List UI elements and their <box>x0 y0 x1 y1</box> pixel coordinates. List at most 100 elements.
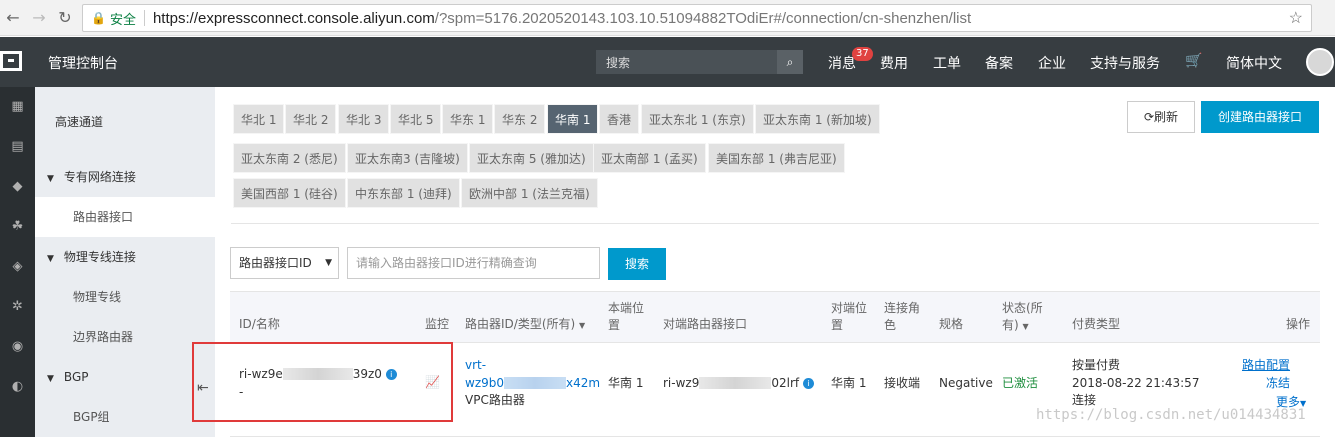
freeze-link[interactable]: 冻结 <box>1266 375 1290 392</box>
region-tab[interactable]: 亚太东南 2 (悉尼) <box>233 143 346 173</box>
sidebar-group-label: BGP <box>63 370 89 384</box>
col-status[interactable]: 有) ▼ <box>1002 317 1029 335</box>
billing-time: 2018-08-22 21:43:57 <box>1072 376 1200 390</box>
sidebar: 高速通道 ▼ 专有网络连接 路由器接口 ▼ 物理专线连接 物理专线 边界路由器 ▼ B… <box>35 87 215 437</box>
table-header: ID/名称 监控 路由器ID/类型(所有) ▼ 本端位 置 对端路由器接口 对端… <box>230 291 1320 343</box>
console-topbar: 管理控制台 搜索 ⌕ 消息 37 费用 工单 备案 企业 支持与服务 🛒 简体中… <box>0 37 1335 87</box>
caret-down-icon: ▼ <box>325 258 332 268</box>
sidebar-item-physical-line[interactable]: 物理专线 <box>35 277 215 317</box>
col-spec: 规格 <box>939 317 964 331</box>
filter-type-value: 路由器接口ID <box>239 256 312 270</box>
sidebar-item-bgp-group[interactable]: BGP组 <box>35 397 215 437</box>
url-separator <box>143 10 145 26</box>
server-icon[interactable]: ▤ <box>0 127 35 167</box>
region-tab[interactable]: 亚太东北 1 (东京) <box>641 104 754 134</box>
col-peer-loc-line2: 置 <box>831 318 844 332</box>
info-icon[interactable]: i <box>802 378 814 389</box>
menu-billing[interactable]: 费用 <box>880 53 908 73</box>
spec: Negative <box>939 376 993 390</box>
billing-type: 按量付费 <box>1072 358 1121 372</box>
reload-icon[interactable]: ↻ <box>52 8 78 27</box>
global-search-input[interactable]: 搜索 ⌕ <box>596 50 803 74</box>
sidebar-group-vpc[interactable]: ▼ 专有网络连接 <box>35 157 215 197</box>
col-billing: 付费类型 <box>1072 317 1121 331</box>
sidebar-group-bgp[interactable]: ▼ BGP <box>35 357 215 397</box>
globe-icon[interactable]: ◐ <box>0 367 35 407</box>
col-peer-loc-line1: 对端位 <box>831 301 868 315</box>
peer-id-suffix: 02lrf <box>771 376 800 390</box>
router-id[interactable]: wz9b0 x42m <box>465 375 600 392</box>
address-bar[interactable]: 🔒 安全 https://expressconnect.console.aliy… <box>82 4 1312 32</box>
refresh-icon: ⟳ <box>1143 110 1155 124</box>
region-tab[interactable]: 华东 2 <box>494 104 546 134</box>
sidebar-title: 高速通道 <box>55 115 104 129</box>
bookmark-star-icon[interactable]: ☆ <box>1289 8 1303 28</box>
col-role-line2: 色 <box>884 318 897 332</box>
col-monitor: 监控 <box>425 317 450 331</box>
forward-icon[interactable]: → <box>26 8 52 27</box>
refresh-label: 刷新 <box>1154 110 1179 124</box>
col-router-label: 路由器ID/类型(所有) <box>465 317 576 331</box>
url-host: https://expressconnect.console.aliyun.co… <box>152 9 435 27</box>
router-id-end: x42m <box>566 376 601 390</box>
filter-id-input[interactable]: 请输入路由器接口ID进行精确查询 <box>347 247 600 279</box>
sidebar-item-router-interface[interactable]: 路由器接口 <box>35 197 215 237</box>
sidebar-item-vbr[interactable]: 边界路由器 <box>35 317 215 357</box>
create-router-interface-button[interactable]: 创建路由器接口 <box>1201 101 1319 133</box>
menu-support[interactable]: 支持与服务 <box>1090 53 1160 73</box>
caret-down-icon: ▼ <box>47 254 54 264</box>
col-router[interactable]: 路由器ID/类型(所有) ▼ <box>465 316 585 334</box>
region-tab[interactable]: 香港 <box>599 104 640 134</box>
menu-tickets[interactable]: 工单 <box>933 53 961 73</box>
col-status-label: 有) <box>1002 318 1019 332</box>
avatar[interactable] <box>1306 48 1334 76</box>
region-tab[interactable]: 华东 1 <box>442 104 494 134</box>
caret-down-icon: ▼ <box>1022 322 1029 331</box>
route-config-link[interactable]: 路由配置 <box>1242 357 1290 374</box>
product-icon-rail: ▦ ▤ ◆ ☘ ◈ ✲ ◉ ◐ <box>0 87 35 437</box>
region-tab[interactable]: 美国东部 1 (弗吉尼亚) <box>708 143 845 173</box>
sidebar-group-physical[interactable]: ▼ 物理专线连接 <box>35 237 215 277</box>
menu-enterprise[interactable]: 企业 <box>1038 53 1066 73</box>
col-id: ID/名称 <box>239 317 280 331</box>
aliyun-logo-icon[interactable] <box>0 51 22 71</box>
secure-label: 安全 <box>109 12 136 28</box>
search-icon[interactable]: ⌕ <box>777 50 803 74</box>
menu-language[interactable]: 简体中文 <box>1226 53 1282 73</box>
refresh-button[interactable]: ⟳刷新 <box>1127 101 1195 133</box>
region-tab[interactable]: 中东东部 1 (迪拜) <box>347 178 460 208</box>
browser-toolbar: ← → ↻ 🔒 安全 https://expressconnect.consol… <box>0 0 1335 36</box>
target-icon[interactable]: ◉ <box>0 327 35 367</box>
cart-icon[interactable]: 🛒 <box>1185 53 1202 69</box>
region-tab[interactable]: 华北 2 <box>285 104 337 134</box>
region-tab[interactable]: 亚太东南3 (吉隆坡) <box>347 143 468 173</box>
region-tab[interactable]: 欧洲中部 1 (法兰克福) <box>461 178 598 208</box>
router-id-prefix[interactable]: vrt- <box>465 357 486 374</box>
region-tab[interactable]: 亚太东南 5 (雅加达) <box>469 143 594 173</box>
grid-icon[interactable]: ▦ <box>0 87 35 127</box>
region-tab-active[interactable]: 华南 1 <box>547 104 599 134</box>
settings-icon[interactable]: ✲ <box>0 287 35 327</box>
region-tab[interactable]: 华北 3 <box>338 104 390 134</box>
filter-type-select[interactable]: 路由器接口ID ▼ <box>230 247 339 279</box>
back-icon[interactable]: ← <box>0 8 26 27</box>
region-tab[interactable]: 华北 5 <box>390 104 442 134</box>
shield-icon[interactable]: ◆ <box>0 167 35 207</box>
region-tab[interactable]: 美国西部 1 (硅谷) <box>233 178 346 208</box>
region-tab[interactable]: 华北 1 <box>233 104 285 134</box>
menu-filing[interactable]: 备案 <box>985 53 1013 73</box>
status-badge: 已激活 <box>1002 376 1039 390</box>
network-icon[interactable]: ☘ <box>0 207 35 247</box>
col-peer-interface: 对端路由器接口 <box>663 317 748 331</box>
col-ops: 操作 <box>1286 317 1311 331</box>
region-tab[interactable]: 亚太南部 1 (孟买) <box>593 143 706 173</box>
divider <box>231 223 1319 224</box>
console-title[interactable]: 管理控制台 <box>48 53 118 73</box>
sidebar-group-label: 专有网络连接 <box>63 170 136 184</box>
search-button[interactable]: 搜索 <box>608 248 666 280</box>
lock-icon: 🔒 <box>91 11 106 25</box>
col-status-line1: 状态(所 <box>1002 301 1043 315</box>
layers-icon[interactable]: ◈ <box>0 247 35 287</box>
region-tab[interactable]: 亚太东南 1 (新加坡) <box>755 104 880 134</box>
local-location: 华南 1 <box>608 376 644 390</box>
